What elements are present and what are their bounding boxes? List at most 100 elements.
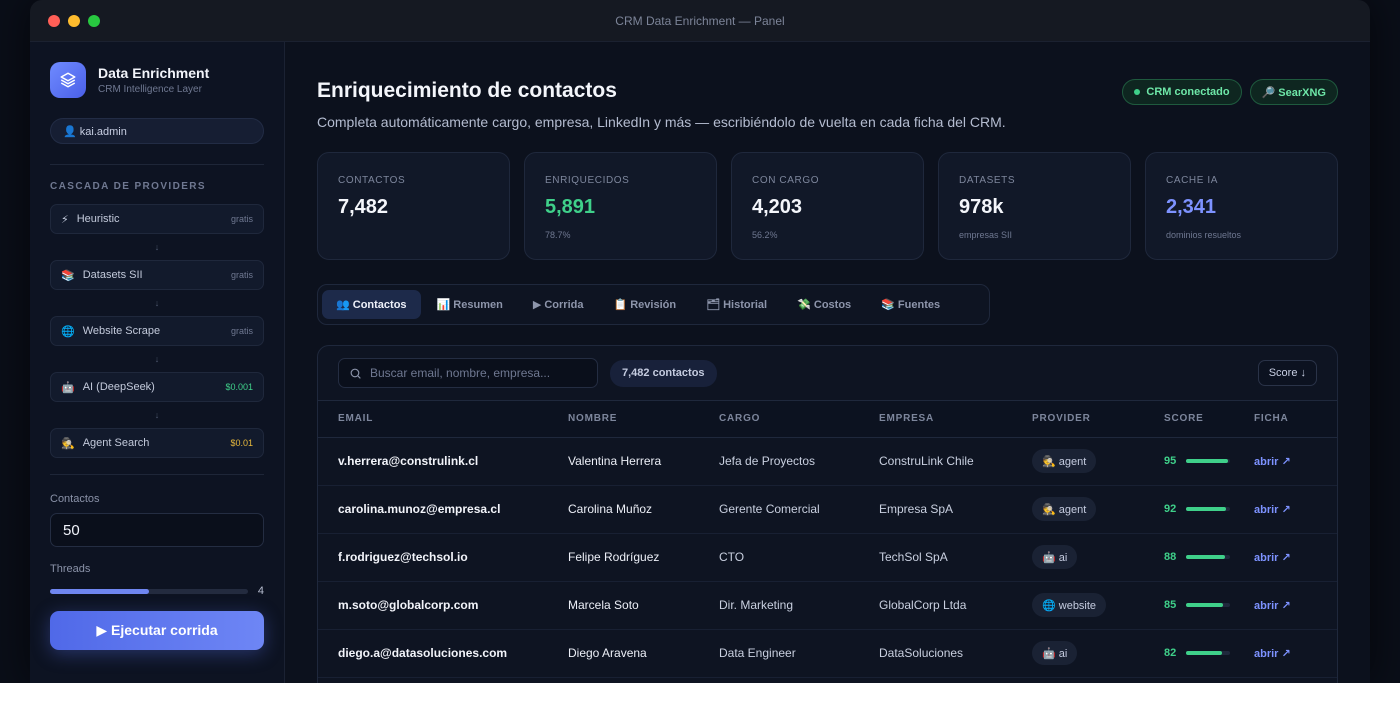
user-chip[interactable]: 👤 kai.admin [50, 118, 264, 144]
column-header[interactable]: NOMBRE [568, 401, 719, 438]
stat-value: 2,341 [1166, 196, 1217, 218]
page-subtitle: Completa automáticamente cargo, empresa,… [317, 114, 1006, 130]
crm-status-badge: CRM conectado [1122, 79, 1242, 105]
threads-slider[interactable] [50, 588, 248, 594]
search-input[interactable] [370, 366, 590, 380]
stat-label: CON CARGO [752, 175, 820, 186]
stat-label: ENRIQUECIDOS [545, 175, 630, 186]
cell-cargo: CTO [719, 533, 879, 582]
minimize-window-button[interactable] [68, 15, 80, 27]
cascade-title: CASCADA DE PROVIDERS [50, 181, 206, 192]
stat-note: 78.7% [545, 230, 571, 240]
cell-empresa: GlobalCorp Ltda [879, 581, 1032, 630]
score-bar-fill [1186, 507, 1227, 511]
score-value: 92 [1164, 503, 1177, 515]
cell-nombre: Marcela Soto [568, 581, 719, 630]
search-icon [350, 368, 361, 379]
score-value: 82 [1164, 647, 1177, 659]
tab-bar: 👥 Contactos 📊 Resumen ▶ Corrida 📋 Revisi… [317, 284, 990, 325]
close-window-button[interactable] [48, 15, 60, 27]
stat-label: CACHE IA [1166, 175, 1219, 186]
table-row[interactable]: f.rodriguez@techsol.io Felipe Rodríguez CT… [318, 533, 1337, 582]
lightning-icon: ⚡ [61, 213, 69, 226]
tab-resumen[interactable]: 📊 Resumen [423, 290, 517, 319]
tab-costos[interactable]: 💸 Costos [783, 290, 865, 319]
provider-heuristic[interactable]: ⚡ Heuristic gratis [50, 204, 264, 234]
contactos-input[interactable]: 50 [50, 513, 264, 547]
column-header[interactable]: PROVIDER [1032, 401, 1164, 438]
score-bar-fill [1186, 603, 1224, 607]
provider-chip: 🌐 website [1032, 593, 1107, 617]
column-header[interactable]: EMPRESA [879, 401, 1032, 438]
threads-label: Threads [50, 563, 91, 575]
cell-cargo: Dir. Marketing [719, 581, 879, 630]
stat-note: 56.2% [752, 230, 778, 240]
tab-corrida[interactable]: ▶ Corrida [519, 290, 598, 319]
divider [50, 164, 264, 165]
column-header[interactable]: EMAIL [318, 401, 568, 438]
open-record-link[interactable]: abrir ↗ [1254, 504, 1291, 516]
tab-historial[interactable]: 🗂 Historial [692, 290, 781, 319]
cell-cargo: Jefa de Proyectos [719, 437, 879, 486]
cell-empresa: TechSol SpA [879, 533, 1032, 582]
tab-revision[interactable]: 📋 Revisión [599, 290, 690, 319]
table-row[interactable]: diego.a@datasoluciones.com Diego Aravena D… [318, 629, 1337, 678]
contacts-table-card: 7,482 contactos Score ↓ EMAIL NOMBRE CAR… [317, 345, 1338, 683]
run-button[interactable]: ▶ Ejecutar corrida [50, 611, 264, 650]
provider-label: Website Scrape [82, 325, 161, 337]
title-bar: CRM Data Enrichment — Panel [30, 0, 1370, 42]
score-bar-fill [1186, 555, 1225, 559]
arrow-down-icon: ↓ [154, 410, 160, 420]
app-window: CRM Data Enrichment — Panel Data Enrichm… [30, 0, 1370, 683]
stat-label: CONTACTOS [338, 175, 406, 186]
open-record-link[interactable]: abrir ↗ [1254, 600, 1291, 612]
provider-label: Datasets SII [82, 269, 143, 281]
stat-card-contactos: CONTACTOS 7,482 [317, 152, 510, 260]
open-record-link[interactable]: abrir ↗ [1254, 456, 1291, 468]
score-bar [1186, 555, 1230, 559]
table-row[interactable]: carolina.munoz@empresa.cl Carolina Muñoz G… [318, 485, 1337, 534]
score-bar-fill [1186, 651, 1223, 655]
brand-name: Data Enrichment [98, 65, 210, 81]
provider-chip: 🕵 agent [1032, 449, 1097, 473]
provider-agent-search[interactable]: 🕵 Agent Search $0.01 [50, 428, 264, 458]
status-dot-icon [1134, 89, 1141, 95]
column-header[interactable]: SCORE [1164, 401, 1254, 438]
table-row[interactable]: v.herrera@construlink.cl Valentina Herrer… [318, 437, 1337, 486]
stat-value: 4,203 [752, 196, 803, 218]
provider-chip: 🤖 ai [1032, 545, 1078, 569]
table-row[interactable]: m.soto@globalcorp.com Marcela Soto Dir. Ma… [318, 581, 1337, 630]
search-box [338, 358, 598, 388]
searxng-badge: 🔎 SearXNG [1249, 79, 1338, 105]
score-bar [1186, 507, 1230, 511]
provider-label: AI (DeepSeek) [82, 381, 155, 393]
open-record-link[interactable]: abrir ↗ [1254, 552, 1291, 564]
provider-ai-deepseek[interactable]: 🤖 AI (DeepSeek) $0.001 [50, 372, 264, 402]
provider-website-scrape[interactable]: 🌐 Website Scrape gratis [50, 316, 264, 346]
arrow-down-icon: ↓ [154, 354, 160, 364]
provider-datasets-sii[interactable]: 📚 Datasets SII gratis [50, 260, 264, 290]
tab-contactos[interactable]: 👥 Contactos [322, 290, 421, 319]
provider-cost: gratis [230, 270, 253, 280]
open-record-link[interactable]: abrir ↗ [1254, 648, 1291, 660]
cell-empresa: DataSoluciones [879, 629, 1032, 678]
column-header[interactable]: FICHA [1254, 401, 1337, 438]
cell-empresa: ConstruLink Chile [879, 437, 1032, 486]
cell-email: diego.a@datasoluciones.com [318, 629, 568, 678]
cell-cargo: Data Engineer [719, 629, 879, 678]
cell-cargo: Gerente Comercial [719, 485, 879, 534]
main-content: Enriquecimiento de contactos Completa au… [317, 42, 1338, 683]
provider-label: Heuristic [76, 213, 120, 225]
brand: Data Enrichment CRM Intelligence Layer [50, 62, 264, 98]
divider [50, 474, 264, 475]
sort-score-button[interactable]: Score ↓ [1257, 360, 1317, 386]
stat-card-datasets: DATASETS 978k empresas SII [938, 152, 1131, 260]
maximize-window-button[interactable] [88, 15, 100, 27]
column-header[interactable]: CARGO [719, 401, 879, 438]
window-title: CRM Data Enrichment — Panel [615, 13, 785, 28]
stat-value: 7,482 [338, 196, 389, 218]
cell-nombre: Diego Aravena [568, 629, 719, 678]
tab-fuentes[interactable]: 📚 Fuentes [867, 290, 954, 319]
robot-icon: 🤖 [61, 381, 75, 394]
score-value: 85 [1164, 599, 1177, 611]
